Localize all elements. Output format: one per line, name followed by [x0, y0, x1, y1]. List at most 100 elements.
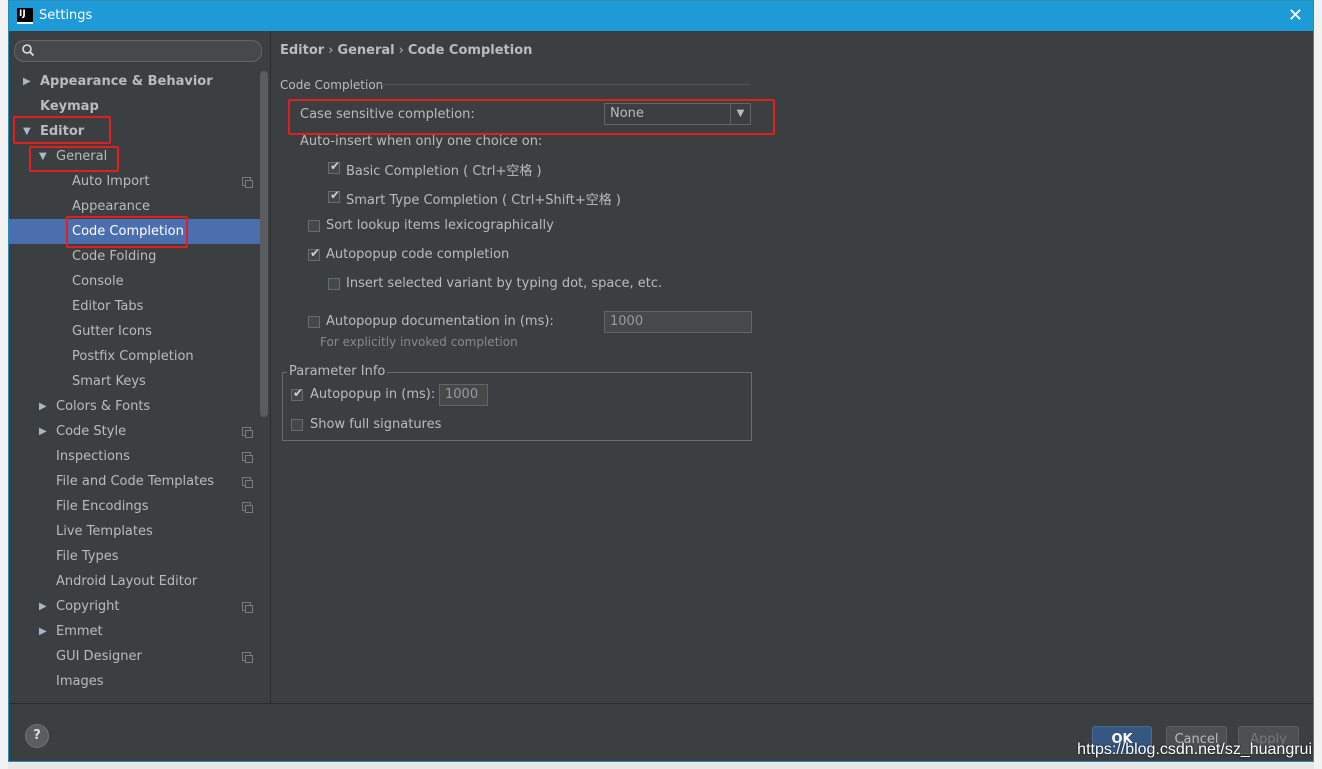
project-settings-icon — [242, 427, 253, 438]
breadcrumb: Editor › General › Code Completion — [280, 43, 532, 58]
breadcrumb-item-general[interactable]: General — [337, 43, 394, 58]
tree-item-file-encodings[interactable]: File Encodings — [9, 494, 261, 519]
case-sensitive-label: Case sensitive completion: — [300, 107, 475, 122]
tree-item-file-types[interactable]: File Types — [9, 544, 261, 569]
tree-item-label: Postfix Completion — [72, 349, 194, 364]
autopopup-completion-checkbox[interactable]: ✔ — [308, 246, 320, 261]
tree-item-appearance[interactable]: Appearance — [9, 194, 261, 219]
tree-item-gui-designer[interactable]: GUI Designer — [9, 644, 261, 669]
project-settings-icon — [242, 452, 253, 463]
tree-item-label: File Types — [56, 549, 119, 564]
tree-item-live-templates[interactable]: Live Templates — [9, 519, 261, 544]
watermark: https://blog.csdn.net/sz_huangrui — [1077, 741, 1312, 758]
chevron-right-icon: ▶ — [39, 426, 47, 437]
case-sensitive-value: None — [610, 106, 644, 121]
chevron-right-icon: ▶ — [23, 76, 31, 87]
tree-item-code-style[interactable]: ▶ Code Style — [9, 419, 261, 444]
settings-dialog: IJ Settings ✕ ▶ Appearance & Behavior Ke… — [8, 0, 1314, 762]
case-sensitive-select[interactable]: None ▼ — [604, 103, 751, 125]
parameter-autopopup-delay-input[interactable]: 1000 — [439, 384, 488, 406]
checkmark-icon: ✔ — [330, 188, 341, 202]
search-input[interactable] — [14, 40, 262, 62]
project-settings-icon — [242, 652, 253, 663]
tree-item-label: GUI Designer — [56, 649, 142, 664]
tree-item-images[interactable]: Images — [9, 669, 261, 694]
settings-sidebar: ▶ Appearance & Behavior Keymap ▼ Editor … — [9, 31, 271, 703]
tree-item-keymap[interactable]: Keymap — [9, 94, 261, 119]
section-title: Code Completion — [280, 78, 384, 92]
help-button[interactable]: ? — [25, 724, 49, 748]
tree-item-code-folding[interactable]: Code Folding — [9, 244, 261, 269]
tree-item-gutter-icons[interactable]: Gutter Icons — [9, 319, 261, 344]
settings-content: Editor › General › Code Completion Code Comp… — [271, 31, 1313, 703]
autopopup-documentation-label: Autopopup documentation in (ms): — [326, 314, 554, 329]
tree-item-label: File Encodings — [56, 499, 149, 514]
chevron-right-icon: ▶ — [39, 401, 47, 412]
tree-item-label: Appearance — [72, 199, 151, 214]
sidebar-scrollbar[interactable] — [260, 71, 268, 417]
chevron-right-icon: ▶ — [39, 601, 47, 612]
checkmark-icon: ✔ — [330, 159, 341, 173]
tree-item-label: Android Layout Editor — [56, 574, 198, 589]
tree-item-editor[interactable]: ▼ Editor — [9, 119, 261, 144]
tree-item-inspections[interactable]: Inspections — [9, 444, 261, 469]
auto-insert-label: Auto-insert when only one choice on: — [300, 134, 543, 149]
close-icon[interactable]: ✕ — [1288, 5, 1303, 26]
chevron-down-icon: ▼ — [23, 126, 31, 137]
section-divider — [379, 84, 750, 85]
background-left — [0, 0, 8, 769]
project-settings-icon — [242, 477, 253, 488]
tree-item-code-completion[interactable]: Code Completion — [9, 219, 261, 244]
basic-completion-label: Basic Completion ( Ctrl+空格 ) — [346, 164, 542, 179]
tree-item-label: Smart Keys — [72, 374, 146, 389]
tree-item-console[interactable]: Console — [9, 269, 261, 294]
tree-item-auto-import[interactable]: Auto Import — [9, 169, 261, 194]
tree-item-label: File and Code Templates — [56, 474, 214, 489]
breadcrumb-item-editor[interactable]: Editor — [280, 43, 324, 58]
autopopup-documentation-delay-input[interactable]: 1000 — [604, 311, 752, 333]
basic-completion-checkbox[interactable]: ✔ — [328, 159, 341, 174]
chevron-down-icon: ▼ — [39, 151, 47, 162]
parameter-autopopup-checkbox[interactable]: ✔ — [291, 386, 304, 401]
tree-item-label: Console — [72, 274, 124, 289]
intellij-logo-icon: IJ — [17, 8, 33, 24]
tree-item-copyright[interactable]: ▶ Copyright — [9, 594, 261, 619]
tree-item-label: Editor Tabs — [72, 299, 144, 314]
parameter-info-title: Parameter Info — [287, 364, 388, 379]
tree-item-label: Code Style — [56, 424, 127, 439]
tree-item-postfix-completion[interactable]: Postfix Completion — [9, 344, 261, 369]
parameter-autopopup-label: Autopopup in (ms): — [310, 387, 436, 402]
tree-item-colors-fonts[interactable]: ▶ Colors & Fonts — [9, 394, 261, 419]
tree-item-general[interactable]: ▼ General — [9, 144, 261, 169]
tree-item-smart-keys[interactable]: Smart Keys — [9, 369, 261, 394]
chevron-down-icon[interactable]: ▼ — [730, 104, 750, 124]
smart-type-completion-checkbox[interactable]: ✔ — [328, 188, 341, 203]
tree-item-label: Emmet — [56, 624, 103, 639]
insert-variant-label: Insert selected variant by typing dot, s… — [346, 276, 663, 291]
sort-lexicographically-checkbox[interactable] — [308, 220, 320, 232]
tree-item-label: Images — [56, 674, 104, 689]
tree-item-emmet[interactable]: ▶ Emmet — [9, 619, 261, 644]
project-settings-icon — [242, 177, 253, 188]
tree-item-label: Code Completion — [72, 224, 184, 239]
tree-item-editor-tabs[interactable]: Editor Tabs — [9, 294, 261, 319]
tree-item-label: Live Templates — [56, 524, 153, 539]
project-settings-icon — [242, 502, 253, 513]
tree-item-label: Colors & Fonts — [56, 399, 151, 414]
documentation-hint: For explicitly invoked completion — [320, 335, 518, 349]
checkmark-icon: ✔ — [293, 386, 304, 400]
background-right — [1314, 0, 1322, 769]
tree-item-label: Code Folding — [72, 249, 157, 264]
tree-item-android-layout-editor[interactable]: Android Layout Editor — [9, 569, 261, 594]
breadcrumb-item-code-completion: Code Completion — [407, 43, 533, 58]
autopopup-completion-label: Autopopup code completion — [326, 247, 510, 262]
tree-item-file-code-templates[interactable]: File and Code Templates — [9, 469, 261, 494]
insert-variant-checkbox[interactable] — [328, 278, 340, 290]
parameter-info-group: Parameter Info ✔ Autopopup in (ms): 1000… — [282, 364, 752, 441]
autopopup-documentation-checkbox[interactable] — [308, 316, 320, 328]
tree-item-label: Keymap — [40, 99, 99, 114]
search-icon — [22, 44, 35, 57]
show-full-signatures-checkbox[interactable] — [291, 419, 303, 431]
tree-item-appearance-behavior[interactable]: ▶ Appearance & Behavior — [9, 69, 261, 94]
tree-item-label: Appearance & Behavior — [40, 74, 213, 89]
